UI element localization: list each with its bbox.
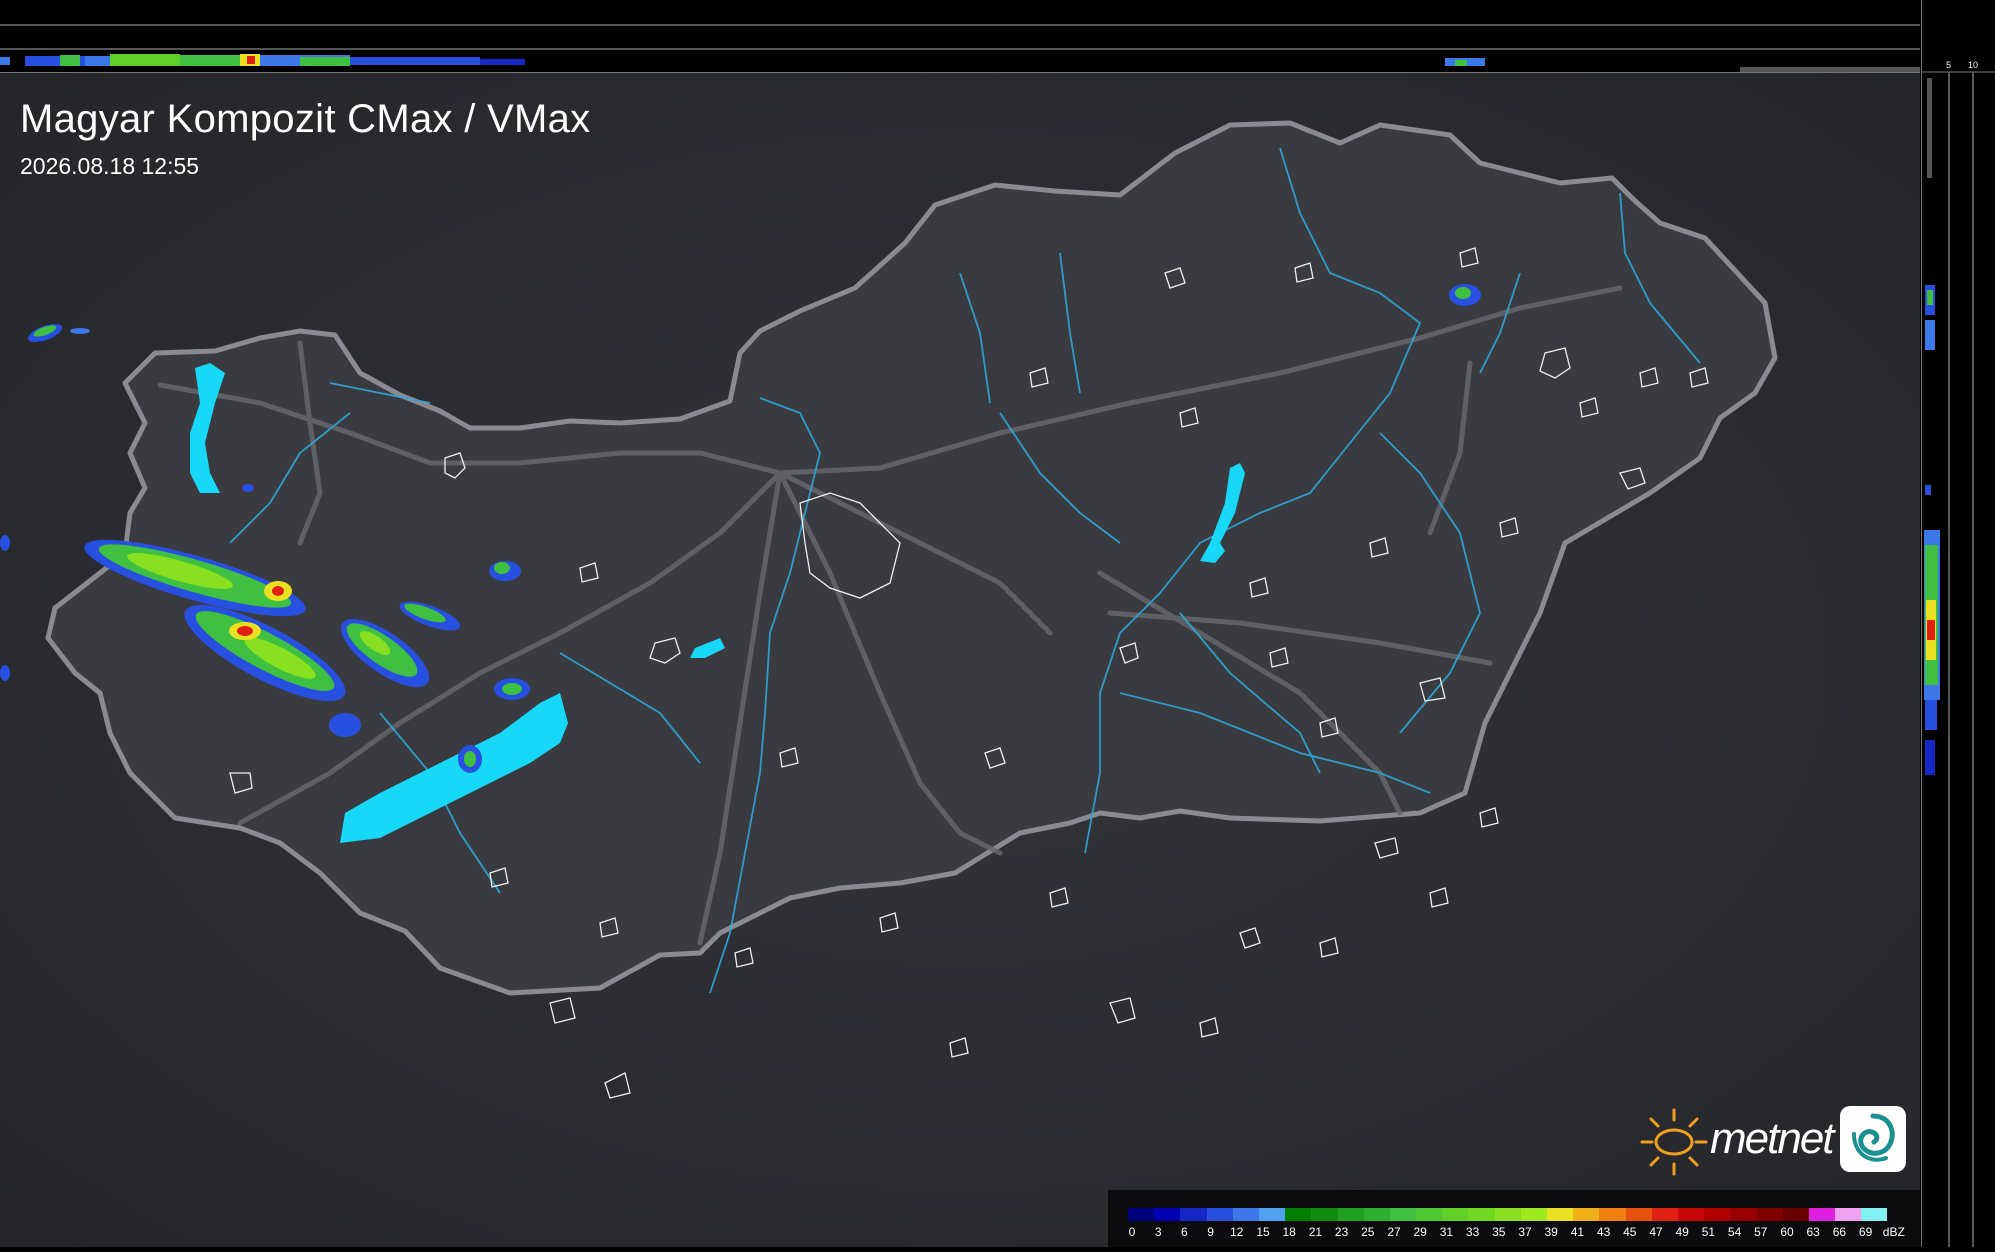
legend-swatch <box>1232 1208 1259 1221</box>
legend-label: 29 <box>1413 1225 1427 1239</box>
legend-swatch <box>1206 1208 1233 1221</box>
dbz-legend: 0 3 6 9 12 15 18 21 23 25 27 29 31 33 35 37 39 41 43 45 47 49… <box>1108 1190 1920 1247</box>
legend-swatch <box>1835 1208 1862 1221</box>
legend-swatch <box>1285 1208 1312 1221</box>
legend-label: 6 <box>1181 1225 1188 1239</box>
legend-label: 66 <box>1832 1225 1847 1239</box>
legend-label: 35 <box>1492 1225 1506 1239</box>
legend-swatch <box>1180 1208 1207 1221</box>
legend-label: 69 <box>1858 1225 1873 1239</box>
legend-swatch <box>1808 1208 1836 1221</box>
legend-label: 45 <box>1623 1225 1637 1239</box>
top-profile-graph <box>0 24 1920 72</box>
legend-label: 25 <box>1361 1225 1375 1239</box>
legend-label: 43 <box>1596 1225 1611 1239</box>
legend-label: 9 <box>1207 1225 1214 1239</box>
swirl-logo-icon <box>1840 1106 1906 1172</box>
legend-swatch <box>1573 1208 1600 1221</box>
legend-unit: dBZ <box>1882 1225 1905 1239</box>
legend-label: 27 <box>1387 1225 1401 1239</box>
legend-label: 51 <box>1701 1225 1716 1239</box>
legend-label: 0 <box>1128 1225 1136 1239</box>
legend-swatch <box>1520 1208 1547 1221</box>
legend-swatch <box>1311 1208 1338 1221</box>
legend-swatch <box>1677 1208 1705 1221</box>
legend-labels: 0 3 6 9 12 15 18 21 23 25 27 29 31 33 35 37 39 41 43 45 47 49… <box>1128 1225 1918 1241</box>
legend-color-bar <box>1128 1208 1888 1221</box>
right-profile-strip: 5 10 <box>1921 0 1995 1247</box>
legend-label: 41 <box>1570 1225 1585 1239</box>
map-canvas <box>0 73 1920 1247</box>
legend-swatch <box>1258 1208 1286 1221</box>
right-profile-graph <box>1922 71 1995 1247</box>
right-tick-5: 5 <box>1946 60 1952 70</box>
legend-label: 21 <box>1308 1225 1323 1239</box>
legend-swatch <box>1442 1208 1469 1221</box>
legend-label: 63 <box>1806 1225 1820 1239</box>
legend-swatch <box>1599 1208 1626 1221</box>
radar-map[interactable]: Magyar Kompozit CMax / VMax 2026.08.18 1… <box>0 73 1920 1247</box>
legend-label: 3 <box>1154 1225 1162 1239</box>
legend-swatch <box>1651 1208 1678 1221</box>
top-profile-echoes <box>0 54 1920 72</box>
legend-label: 37 <box>1518 1225 1532 1239</box>
legend-label: 60 <box>1780 1225 1794 1239</box>
legend-swatch <box>1494 1208 1521 1221</box>
right-profile-echoes <box>1924 78 1940 775</box>
legend-swatch <box>1363 1208 1390 1221</box>
legend-swatch <box>1154 1208 1181 1221</box>
legend-label: 39 <box>1544 1225 1558 1239</box>
metnet-logo: metnet <box>1638 1106 1908 1176</box>
legend-swatch <box>1730 1208 1757 1221</box>
legend-swatch <box>1625 1208 1652 1221</box>
legend-label: 18 <box>1282 1225 1296 1239</box>
legend-swatch <box>1782 1208 1809 1221</box>
legend-swatch <box>1337 1208 1364 1221</box>
legend-label: 23 <box>1334 1225 1349 1239</box>
map-timestamp: 2026.08.18 12:55 <box>20 153 200 179</box>
sun-icon <box>1640 1108 1708 1176</box>
legend-label: 47 <box>1649 1225 1663 1239</box>
legend-label: 33 <box>1465 1225 1480 1239</box>
map-title: Magyar Kompozit CMax / VMax <box>20 97 591 141</box>
legend-swatch <box>1389 1208 1417 1221</box>
legend-swatch <box>1704 1208 1731 1221</box>
legend-swatch <box>1756 1208 1783 1221</box>
legend-swatch <box>1547 1208 1574 1221</box>
legend-label: 57 <box>1754 1225 1768 1239</box>
legend-label: 15 <box>1256 1225 1270 1239</box>
right-tick-10: 10 <box>1968 60 1979 70</box>
legend-label: 31 <box>1439 1225 1454 1239</box>
legend-label: 12 <box>1230 1225 1244 1239</box>
legend-swatch <box>1861 1208 1888 1221</box>
legend-swatch <box>1128 1208 1155 1221</box>
legend-swatch <box>1416 1208 1443 1221</box>
legend-label: 54 <box>1727 1225 1742 1239</box>
brand-name: metnet <box>1710 1114 1835 1163</box>
top-profile-strip: 10 5 <box>0 0 1935 73</box>
legend-swatch <box>1468 1208 1495 1221</box>
legend-label: 49 <box>1675 1225 1689 1239</box>
